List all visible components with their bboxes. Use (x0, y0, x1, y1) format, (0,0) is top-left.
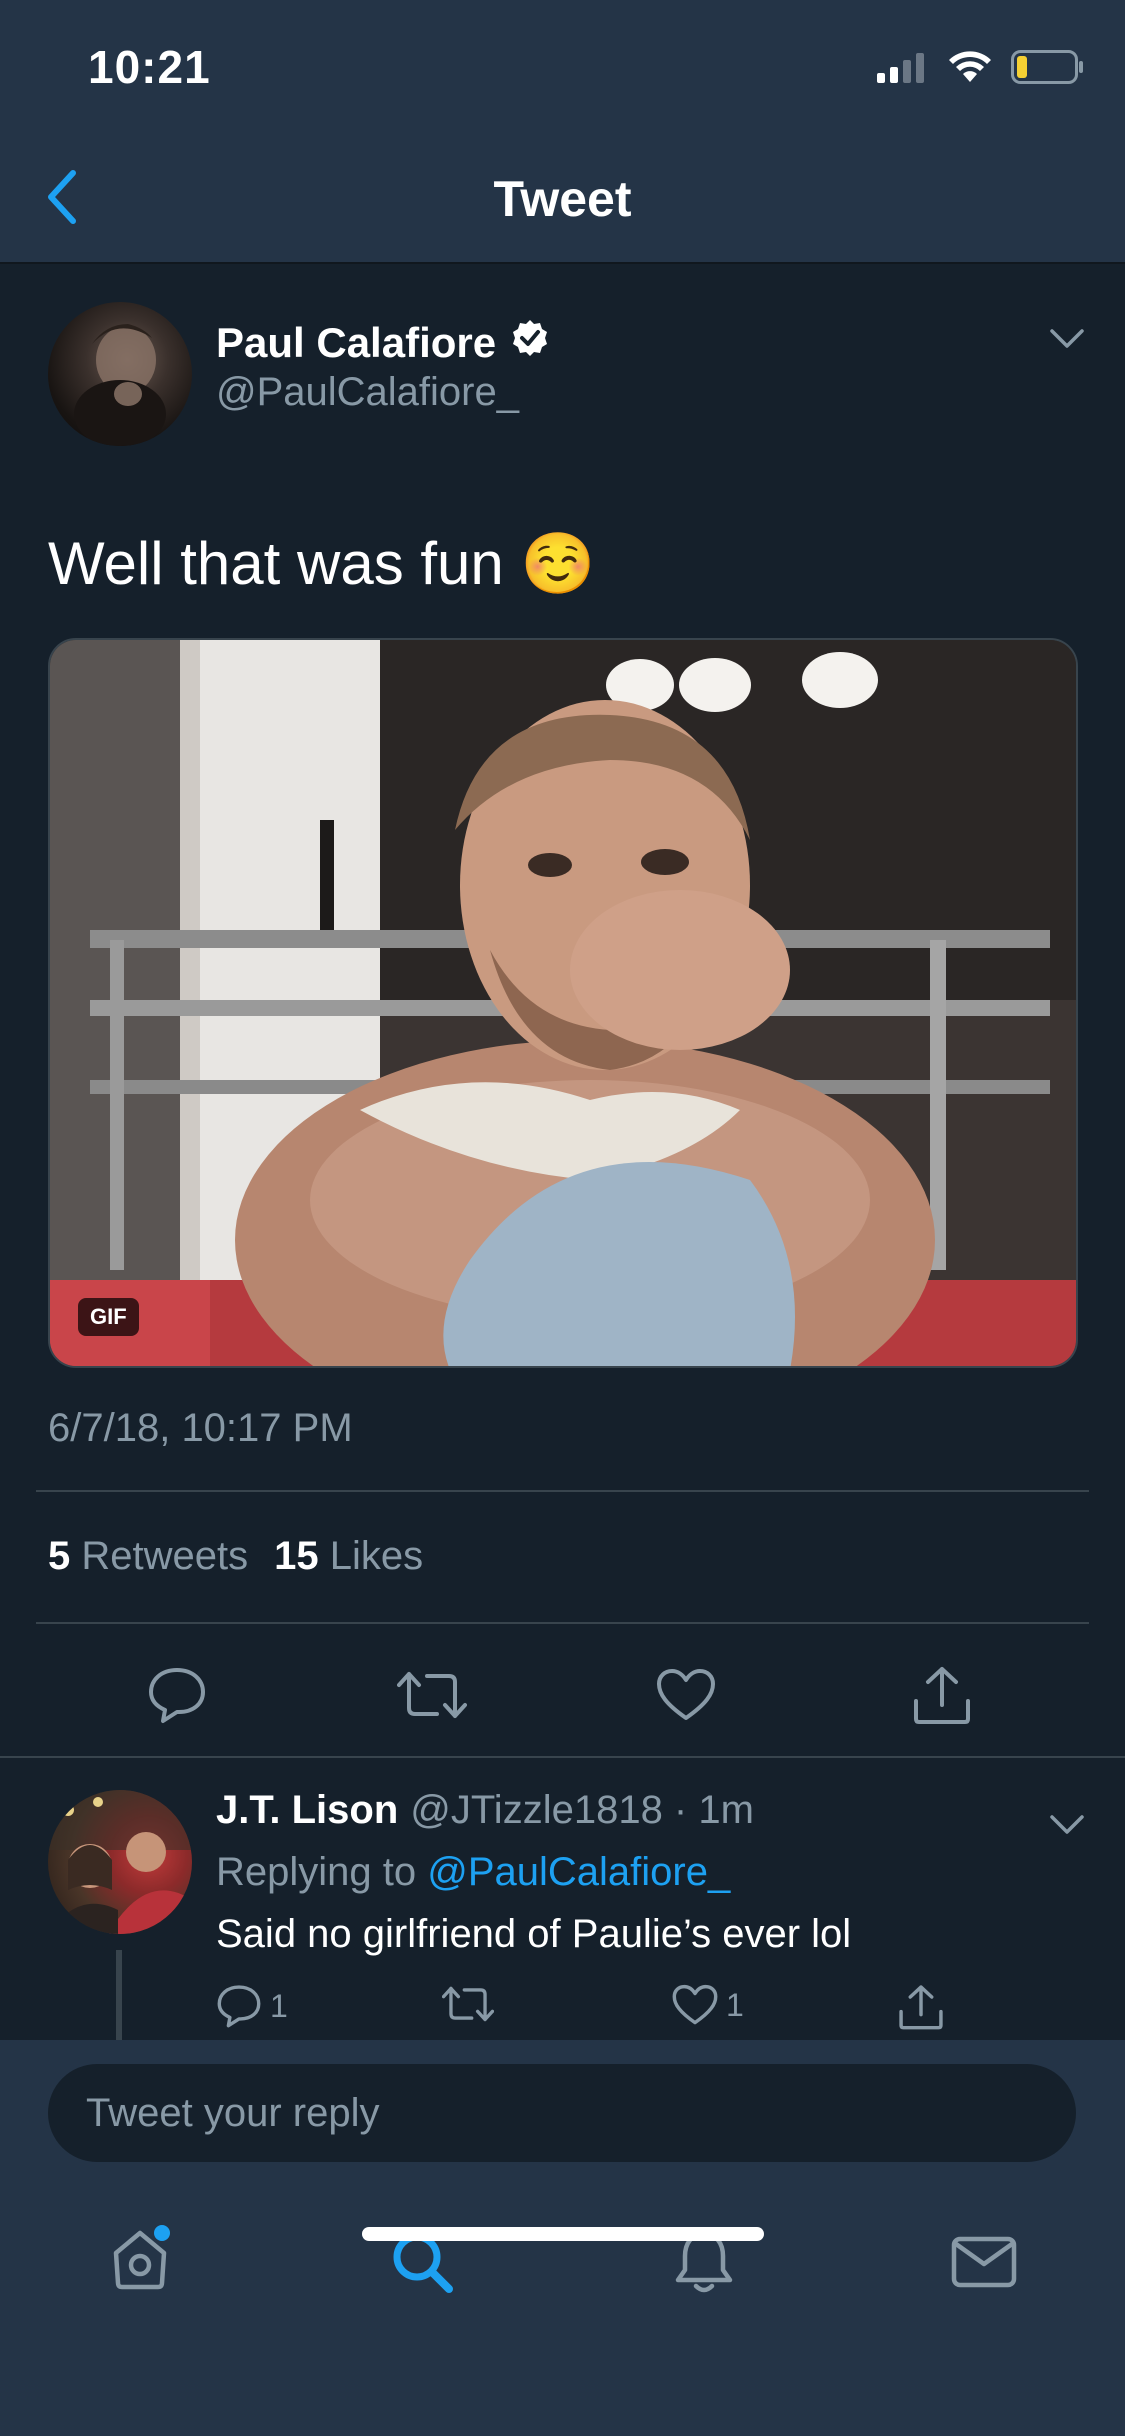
reply-author-meta: @JTizzle1818 · 1m (410, 1788, 754, 1832)
tweet-timestamp: 6/7/18, 10:17 PM (48, 1406, 353, 1450)
avatar[interactable] (48, 302, 192, 446)
reply-like-count: 1 (726, 1986, 744, 2023)
engagement-stats: 5 Retweets 15 Likes (48, 1534, 423, 1579)
gif-badge: GIF (78, 1298, 139, 1336)
like-icon (657, 1669, 715, 1720)
tweet-gif-media[interactable]: GIF (48, 638, 1078, 1368)
likes-count: 15 (274, 1534, 319, 1578)
chevron-down-icon (1050, 1815, 1084, 1834)
retweets-stat[interactable]: 5 Retweets (48, 1534, 248, 1579)
tab-messages[interactable] (944, 2222, 1024, 2302)
more-options-button[interactable] (1049, 1814, 1085, 1841)
retweet-icon (442, 1986, 494, 2022)
replying-to: Replying to @PaulCalafiore_ (216, 1850, 730, 1895)
status-icons (877, 50, 1085, 89)
reply-actions: 1 1 (216, 1984, 1016, 2040)
avatar[interactable] (48, 1790, 192, 1934)
like-icon (672, 1984, 718, 2025)
page-title: Tweet (493, 171, 632, 227)
tweet-actions (0, 1650, 1125, 1760)
reply-author-name[interactable]: J.T. Lison (216, 1788, 398, 1833)
replying-to-prefix: Replying to (216, 1850, 417, 1894)
likes-stat[interactable]: 15 Likes (274, 1534, 423, 1579)
replying-to-mention[interactable]: @PaulCalafiore_ (427, 1850, 730, 1894)
cellular-signal-icon (877, 51, 929, 88)
notification-dot (154, 2224, 170, 2241)
messages-icon (951, 2236, 1017, 2288)
reply-input[interactable]: Tweet your reply (48, 2064, 1076, 2162)
share-button[interactable] (902, 1650, 982, 1740)
share-icon (914, 1667, 970, 1724)
author-name-text: Paul Calafiore (216, 319, 497, 366)
reply-reply-button[interactable]: 1 (216, 1984, 288, 2028)
status-bar: 10:21 (0, 0, 1125, 132)
reply-retweet-button[interactable] (442, 1984, 494, 2024)
compose-bar: Tweet your reply (0, 2040, 1125, 2170)
retweets-count: 5 (48, 1534, 71, 1578)
like-button[interactable] (646, 1650, 726, 1740)
tab-home[interactable] (100, 2222, 180, 2302)
tab-bar (0, 2170, 1125, 2436)
reply-like-button[interactable]: 1 (672, 1984, 744, 2026)
reply-icon (217, 1985, 261, 2028)
reply-share-button[interactable] (898, 1984, 944, 2030)
chevron-down-icon (1050, 329, 1084, 348)
home-icon (108, 2224, 172, 2298)
thread-line (116, 1950, 122, 2040)
battery-icon (1011, 50, 1085, 89)
nav-bar: Tweet (0, 132, 1125, 264)
retweet-icon (397, 1672, 467, 1718)
divider (36, 1490, 1089, 1492)
home-indicator[interactable] (362, 2227, 764, 2241)
reply-header: J.T. Lison @JTizzle1818 · 1m (216, 1788, 754, 1833)
verified-badge-icon (510, 318, 550, 368)
divider (36, 1622, 1089, 1624)
author-name[interactable]: Paul Calafiore (216, 318, 550, 368)
wifi-icon (947, 50, 993, 89)
reply-icon (149, 1668, 205, 1723)
tweet-detail: Paul Calafiore @PaulCalafiore_ Well that… (0, 266, 1125, 1756)
reply-text: Said no girlfriend of Paulie’s ever lol (216, 1912, 852, 1956)
reply-reply-count: 1 (270, 1987, 288, 2024)
retweets-label: Retweets (81, 1534, 249, 1578)
author-handle: @PaulCalafiore_ (216, 370, 519, 414)
reply-button[interactable] (137, 1650, 217, 1740)
likes-label: Likes (329, 1534, 424, 1578)
tweet-text: Well that was fun ☺️ (48, 530, 596, 597)
reply-tweet[interactable]: J.T. Lison @JTizzle1818 · 1m Replying to… (0, 1756, 1125, 2040)
more-options-button[interactable] (1049, 328, 1085, 355)
share-icon (899, 1985, 943, 2030)
retweet-button[interactable] (392, 1650, 472, 1740)
status-time: 10:21 (88, 41, 211, 93)
